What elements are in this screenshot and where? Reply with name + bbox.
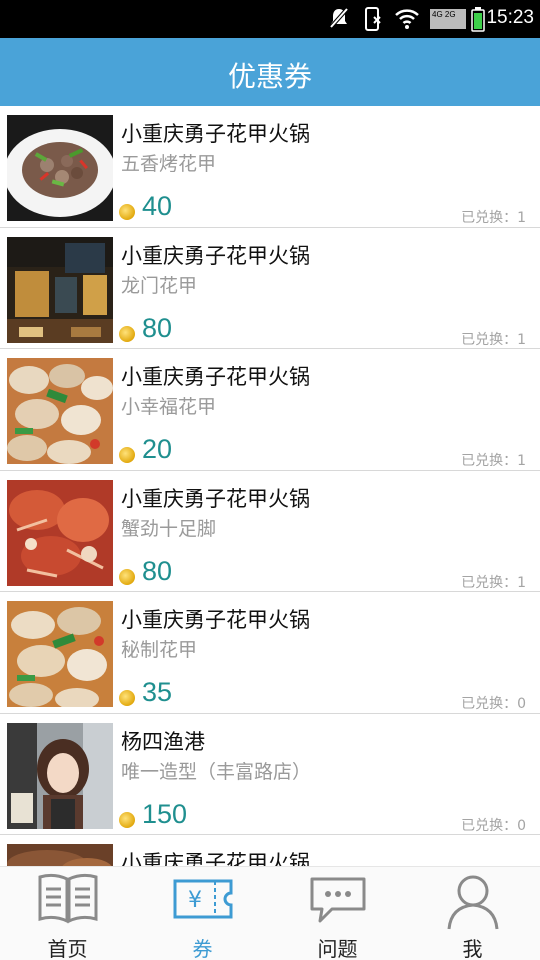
tab-me[interactable]: 我 — [405, 867, 540, 960]
coupon-image — [7, 115, 113, 221]
coupon-item[interactable]: 杨四渔港 唯一造型（丰富路店） 150 已兑换：0 — [0, 713, 540, 835]
app-header: 优惠券 — [0, 38, 540, 106]
svg-text:¥: ¥ — [188, 888, 202, 913]
bottom-nav: 首页 ¥ 券 问题 我 — [0, 866, 540, 960]
redeemed-count: 已兑换：0 — [461, 696, 526, 712]
clock: 15:23 — [486, 7, 534, 28]
shop-name: 小重庆勇子花甲火锅 — [121, 243, 310, 268]
shop-name: 小重庆勇子花甲火锅 — [121, 486, 310, 511]
battery-icon — [471, 7, 485, 32]
tab-label: 问题 — [317, 937, 358, 960]
coupon-price: 80 — [142, 312, 173, 343]
coupon-item-name: 龙门花甲 — [121, 274, 198, 297]
coin-icon — [119, 204, 135, 220]
redeemed-count: 已兑换：1 — [461, 210, 526, 226]
redeemed-count: 已兑换：1 — [461, 574, 526, 591]
tab-label: 券 — [192, 937, 213, 960]
redeemed-count: 已兑换：1 — [461, 453, 526, 469]
network-type-label: 4G 2G — [432, 10, 456, 19]
page-title: 优惠券 — [227, 60, 312, 93]
coupon-item-name: 小幸福花甲 — [121, 396, 217, 418]
redeemed-count: 已兑换：0 — [461, 817, 526, 834]
shop-name: 杨四渔港 — [121, 729, 205, 754]
tab-label: 我 — [462, 937, 483, 960]
shop-name: 小重庆勇子花甲火锅 — [121, 608, 310, 632]
shop-name: 小重庆勇子花甲火锅 — [121, 122, 310, 146]
coupon-item-name: 蟹劲十足脚 — [121, 517, 217, 540]
coupon-item[interactable]: 小重庆勇子花甲火锅 龙门花甲 80 已兑换：1 — [0, 227, 540, 349]
book-icon — [38, 873, 97, 924]
coupon-item[interactable]: 小重庆勇子花甲火锅 — [0, 835, 540, 866]
coin-icon — [119, 447, 135, 463]
coupon-item[interactable]: 小重庆勇子花甲火锅 秘制花甲 35 已兑换：0 — [0, 592, 540, 714]
mute-bell-icon — [329, 7, 349, 29]
coupon-price: 40 — [142, 191, 173, 221]
coin-icon — [119, 811, 135, 828]
tab-label: 首页 — [47, 937, 88, 960]
coupon-image — [7, 479, 113, 586]
shop-name: 小重庆勇子花甲火锅 — [121, 851, 310, 866]
tab-home[interactable]: 首页 — [0, 867, 135, 960]
shop-name: 小重庆勇子花甲火锅 — [121, 365, 310, 389]
coupon-image — [7, 601, 113, 707]
chat-bubble-icon — [310, 877, 365, 923]
coupon-image — [7, 236, 113, 343]
coupon-item-name: 秘制花甲 — [121, 639, 198, 661]
coupon-item[interactable]: 小重庆勇子花甲火锅 蟹劲十足脚 80 已兑换：1 — [0, 470, 540, 592]
coupon-image — [7, 844, 113, 866]
tab-coupons[interactable]: ¥ 券 — [135, 867, 270, 960]
person-icon — [447, 875, 498, 930]
phone-signal-icon — [365, 7, 381, 31]
coin-icon — [119, 690, 135, 706]
cellular-signal-icon: 4G 2G — [430, 9, 466, 29]
coin-icon — [119, 568, 135, 585]
coupon-item-name: 五香烤花甲 — [121, 153, 217, 175]
wifi-icon — [395, 9, 419, 29]
coupon-image — [7, 358, 113, 464]
coupon-item[interactable]: 小重庆勇子花甲火锅 小幸福花甲 20 已兑换：1 — [0, 349, 540, 471]
coupon-item-name: 唯一造型（丰富路店） — [121, 760, 312, 783]
coupon-price: 20 — [142, 434, 173, 464]
status-bar: 4G 2G 15:23 — [0, 0, 540, 38]
coin-icon — [119, 325, 135, 342]
coupon-list[interactable]: 小重庆勇子花甲火锅 五香烤花甲 40 已兑换：1 小重庆勇子花甲火锅 龙门花甲 … — [0, 106, 540, 866]
coupon-price: 80 — [142, 555, 173, 586]
coupon-item[interactable]: 小重庆勇子花甲火锅 五香烤花甲 40 已兑换：1 — [0, 106, 540, 228]
tab-questions[interactable]: 问题 — [270, 867, 405, 960]
ticket-icon: ¥ — [173, 879, 232, 919]
coupon-price: 150 — [142, 798, 188, 829]
coupon-image — [7, 722, 113, 829]
redeemed-count: 已兑换：1 — [461, 331, 526, 348]
coupon-price: 35 — [142, 677, 173, 707]
